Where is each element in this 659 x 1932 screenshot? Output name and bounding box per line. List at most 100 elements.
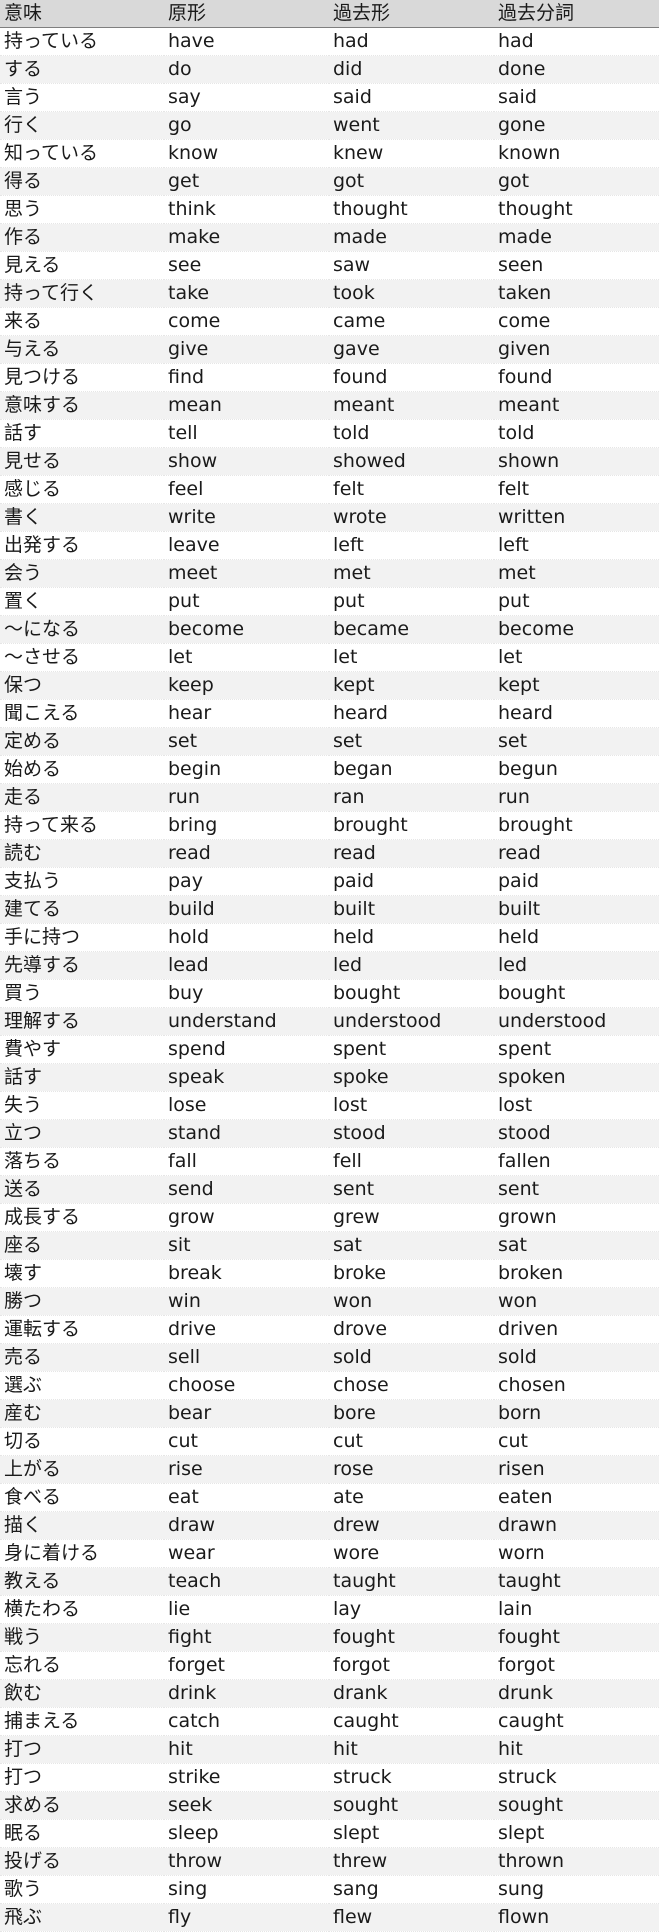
cell-past-tense: stood	[329, 1119, 494, 1148]
cell-base-form: teach	[164, 1567, 329, 1596]
cell-past-participle: fought	[494, 1623, 659, 1652]
cell-past-participle: run	[494, 783, 659, 812]
cell-past-participle: said	[494, 83, 659, 112]
cell-past-participle: shown	[494, 447, 659, 476]
cell-base-form: mean	[164, 391, 329, 420]
cell-past-tense: met	[329, 559, 494, 588]
table-row: 戦う fight fought fought	[0, 1623, 659, 1652]
cell-past-participle: eaten	[494, 1483, 659, 1512]
cell-base-form: fall	[164, 1147, 329, 1176]
cell-past-participle: slept	[494, 1819, 659, 1848]
cell-base-form: show	[164, 447, 329, 476]
cell-meaning: 話す	[0, 1063, 164, 1092]
cell-past-participle: sold	[494, 1343, 659, 1372]
cell-base-form: hit	[164, 1735, 329, 1764]
cell-base-form: pay	[164, 867, 329, 896]
cell-base-form: begin	[164, 755, 329, 784]
cell-base-form: take	[164, 279, 329, 308]
table-row: 来る come came come	[0, 307, 659, 336]
irregular-verbs-table: 意味 原形 過去形 過去分詞 持っている have had had する do did don…	[0, 0, 659, 1932]
cell-past-participle: meant	[494, 391, 659, 420]
cell-meaning: 手に持つ	[0, 923, 164, 952]
cell-past-participle: written	[494, 503, 659, 532]
cell-base-form: sleep	[164, 1819, 329, 1848]
cell-past-tense: lay	[329, 1595, 494, 1624]
table-row: 定める set set set	[0, 727, 659, 756]
cell-past-participle: done	[494, 55, 659, 84]
cell-past-tense: sent	[329, 1175, 494, 1204]
cell-base-form: come	[164, 307, 329, 336]
cell-past-participle: built	[494, 895, 659, 924]
table-row: 保つ keep kept kept	[0, 671, 659, 700]
cell-past-participle: worn	[494, 1539, 659, 1568]
cell-meaning: 見える	[0, 251, 164, 280]
cell-past-tense: brought	[329, 811, 494, 840]
table-row: 思う think thought thought	[0, 195, 659, 224]
cell-meaning: 来る	[0, 307, 164, 336]
cell-base-form: stand	[164, 1119, 329, 1148]
cell-past-participle: struck	[494, 1763, 659, 1792]
table-row: 先導する lead led led	[0, 951, 659, 980]
cell-past-participle: left	[494, 531, 659, 560]
cell-past-tense: did	[329, 55, 494, 84]
cell-past-participle: felt	[494, 475, 659, 504]
table-row: 食べる eat ate eaten	[0, 1483, 659, 1512]
cell-meaning: 書く	[0, 503, 164, 532]
cell-past-participle: born	[494, 1399, 659, 1428]
header-meaning: 意味	[0, 0, 164, 28]
table-row: 話す speak spoke spoken	[0, 1063, 659, 1092]
cell-base-form: forget	[164, 1651, 329, 1680]
cell-meaning: 戦う	[0, 1623, 164, 1652]
cell-past-tense: made	[329, 223, 494, 252]
cell-past-participle: known	[494, 139, 659, 168]
cell-past-participle: risen	[494, 1455, 659, 1484]
cell-base-form: feel	[164, 475, 329, 504]
cell-meaning: 教える	[0, 1567, 164, 1596]
cell-past-tense: taught	[329, 1567, 494, 1596]
cell-base-form: write	[164, 503, 329, 532]
table-row: 見せる show showed shown	[0, 447, 659, 476]
table-row: ～になる become became become	[0, 615, 659, 644]
table-row: 打つ hit hit hit	[0, 1735, 659, 1764]
cell-base-form: drive	[164, 1315, 329, 1344]
cell-base-form: send	[164, 1175, 329, 1204]
cell-meaning: 置く	[0, 587, 164, 616]
cell-meaning: 会う	[0, 559, 164, 588]
cell-meaning: 言う	[0, 83, 164, 112]
table-row: 作る make made made	[0, 223, 659, 252]
table-row: 得る get got got	[0, 167, 659, 196]
table-row: 持っている have had had	[0, 27, 659, 56]
table-row: 行く go went gone	[0, 111, 659, 140]
table-row: 走る run ran run	[0, 783, 659, 812]
cell-base-form: throw	[164, 1847, 329, 1876]
table-row: 成長する grow grew grown	[0, 1203, 659, 1232]
cell-past-tense: felt	[329, 475, 494, 504]
cell-base-form: hold	[164, 923, 329, 952]
cell-base-form: hear	[164, 699, 329, 728]
cell-base-form: rise	[164, 1455, 329, 1484]
cell-past-tense: spent	[329, 1035, 494, 1064]
cell-past-tense: read	[329, 839, 494, 868]
cell-base-form: have	[164, 27, 329, 56]
cell-base-form: understand	[164, 1007, 329, 1036]
cell-past-participle: spoken	[494, 1063, 659, 1092]
cell-base-form: run	[164, 783, 329, 812]
cell-base-form: keep	[164, 671, 329, 700]
table-row: 勝つ win won won	[0, 1287, 659, 1316]
cell-past-participle: fallen	[494, 1147, 659, 1176]
cell-past-tense: said	[329, 83, 494, 112]
cell-base-form: tell	[164, 419, 329, 448]
cell-past-tense: bore	[329, 1399, 494, 1428]
cell-past-participle: sung	[494, 1875, 659, 1904]
cell-past-tense: lost	[329, 1091, 494, 1120]
cell-past-tense: got	[329, 167, 494, 196]
cell-past-participle: grown	[494, 1203, 659, 1232]
cell-meaning: 与える	[0, 335, 164, 364]
cell-past-tense: knew	[329, 139, 494, 168]
table-row: 失う lose lost lost	[0, 1091, 659, 1120]
cell-past-participle: paid	[494, 867, 659, 896]
table-row: 眠る sleep slept slept	[0, 1819, 659, 1848]
cell-past-participle: bought	[494, 979, 659, 1008]
cell-meaning: 見せる	[0, 447, 164, 476]
cell-past-tense: sat	[329, 1231, 494, 1260]
